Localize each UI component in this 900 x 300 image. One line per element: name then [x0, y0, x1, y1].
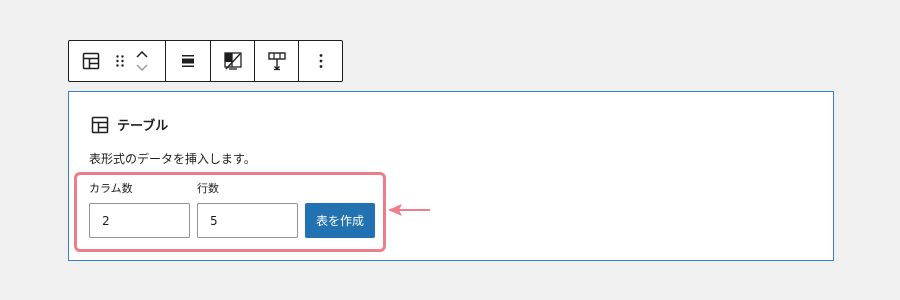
block-type-button[interactable] [69, 41, 113, 81]
columns-input[interactable] [89, 203, 190, 238]
columns-label: カラム数 [89, 182, 133, 195]
toolbar-group-header [211, 41, 255, 81]
toggle-header-icon [223, 51, 243, 71]
block-title: テーブル [117, 119, 169, 134]
editor-canvas: テーブル 表形式のデータを挿入します。 カラム数 行数 表を作成 [0, 0, 900, 300]
more-options-icon [319, 53, 323, 69]
table-block-placeholder[interactable]: テーブル 表形式のデータを挿入します。 カラム数 行数 表を作成 [68, 91, 834, 261]
toolbar-group-options [299, 41, 342, 81]
toolbar-group-block [69, 41, 166, 81]
rows-input[interactable] [197, 203, 298, 238]
move-up-icon[interactable] [135, 49, 149, 59]
toggle-header-button[interactable] [211, 41, 254, 81]
align-button[interactable] [166, 41, 210, 81]
annotation-arrow-icon [386, 202, 432, 218]
drag-handle-icon [115, 54, 125, 68]
table-block-icon [82, 52, 100, 70]
more-options-button[interactable] [299, 41, 342, 81]
rows-label: 行数 [197, 182, 219, 195]
align-icon [180, 53, 196, 69]
move-down-icon[interactable] [135, 63, 149, 73]
block-header: テーブル [91, 115, 168, 134]
block-description: 表形式のデータを挿入します。 [89, 152, 256, 166]
table-icon [91, 116, 109, 134]
block-mover [127, 41, 157, 81]
edit-table-button[interactable] [255, 41, 298, 81]
table-column-icon [267, 51, 287, 71]
drag-handle-button[interactable] [113, 41, 127, 81]
toolbar-group-table-edit [255, 41, 299, 81]
block-toolbar [68, 40, 343, 82]
create-table-button[interactable]: 表を作成 [305, 203, 375, 238]
toolbar-group-align [166, 41, 211, 81]
